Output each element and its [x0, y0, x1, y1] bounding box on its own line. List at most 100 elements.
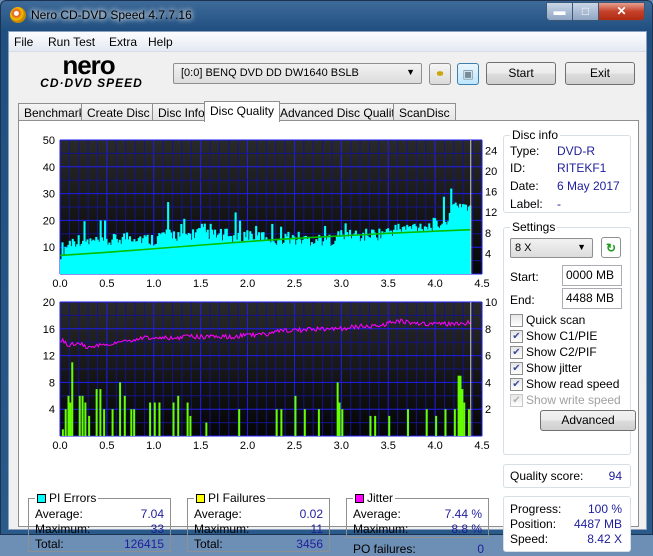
y-tick-label: 4 — [49, 404, 55, 416]
pi-failure-bar — [467, 409, 470, 436]
pi-failure-bar — [133, 409, 136, 436]
jitter-group: Jitter Average: 7.44 % Maximum: 8.8 % — [346, 491, 489, 538]
position-label: Position: — [510, 517, 557, 531]
tab-benchmark[interactable]: Benchmark — [18, 103, 91, 121]
quality-score-group: Quality score: 94 — [503, 464, 631, 488]
pi-errors-average-label: Average: — [35, 507, 83, 521]
menu-help[interactable]: Help — [148, 35, 173, 49]
refresh-speed-button[interactable]: ↻ — [601, 237, 621, 258]
close-icon: ✕ — [616, 4, 627, 18]
start-label: Start: — [510, 270, 539, 284]
pi-failure-bar — [64, 409, 67, 436]
jitter-legend-swatch — [355, 494, 364, 503]
pi-failure-bar — [444, 409, 447, 436]
tab-create-disc[interactable]: Create Disc — [81, 103, 156, 121]
y2-tick-label: 24 — [485, 145, 497, 157]
x-tick-label: 3.0 — [334, 440, 349, 452]
pi-failure-bar — [84, 402, 87, 436]
menu-extra[interactable]: Extra — [109, 35, 137, 49]
po-failures-label: PO failures: — [353, 542, 416, 556]
pi-failure-bar — [205, 422, 208, 436]
pi-failure-bar — [457, 375, 460, 436]
menu-file[interactable]: File — [14, 35, 33, 49]
x-tick-label: 0.0 — [52, 440, 67, 452]
pi-failure-bar — [99, 389, 102, 436]
pi-failure-bar — [95, 389, 98, 436]
minimize-button[interactable]: ▬ — [546, 2, 573, 21]
pi-failure-bar — [88, 415, 91, 436]
show-c1-pie-checkbox[interactable]: ✔ — [510, 330, 523, 343]
y-tick-label: 30 — [43, 189, 55, 201]
save-button[interactable]: ▣ — [457, 63, 479, 85]
drive-select[interactable]: [0:0] BENQ DVD DD DW1640 BSLB ▼ — [173, 63, 422, 84]
pi-failure-bar — [388, 415, 391, 436]
close-button[interactable]: ✕ — [598, 2, 645, 21]
y2-tick-label: 4 — [485, 248, 491, 260]
pi-failures-caption: PI Failures — [194, 491, 268, 505]
tab-scandisc[interactable]: ScanDisc — [393, 103, 456, 121]
show-c2-pif-checkbox[interactable]: ✔ — [510, 346, 523, 359]
show-jitter-checkbox[interactable]: ✔ — [510, 362, 523, 375]
speed-select[interactable]: 8 X ▼ — [510, 238, 593, 258]
pi-failure-bar — [158, 402, 161, 436]
tab-advanced-disc-quality[interactable]: Advanced Disc Quality — [274, 103, 407, 121]
show-read-speed-label: Show read speed — [526, 377, 620, 391]
menu-run-test[interactable]: Run Test — [48, 35, 95, 49]
window-title: Nero CD-DVD Speed 4.7.7.16 — [31, 8, 192, 22]
y-tick-label: 20 — [43, 215, 55, 227]
type-value: DVD-R — [557, 144, 595, 158]
start-button[interactable]: Start — [486, 62, 556, 85]
pi-failure-bar — [453, 409, 456, 436]
x-tick-label: 1.5 — [193, 440, 208, 452]
type-label: Type: — [510, 144, 540, 158]
x-tick-label: 2.5 — [287, 440, 302, 452]
pi-errors-maximum-value: 33 — [150, 522, 164, 536]
y2-tick-label: 6 — [485, 351, 491, 363]
drive-swap-button[interactable]: ⚭ — [429, 63, 451, 85]
pi-errors-caption-text: PI Errors — [49, 491, 97, 505]
pi-failures-total-label: Total: — [194, 537, 223, 551]
pi-failure-bar — [123, 395, 126, 436]
start-field[interactable]: 0000 MB — [562, 265, 622, 286]
exit-button[interactable]: Exit — [565, 62, 635, 85]
y2-tick-label: 20 — [485, 166, 497, 178]
tab-disc-info[interactable]: Disc Info — [152, 103, 211, 121]
pi-failure-bar — [186, 402, 189, 436]
show-c2-pif-label: Show C2/PIF — [526, 345, 597, 359]
disc-quality-panel: 0.0 0.5 1.0 1.5 2.0 2.5 3.0 3.5 4.0 4.5 10 20 30 40 50… — [18, 120, 639, 556]
show-read-speed-checkbox[interactable]: ✔ — [510, 378, 523, 391]
maximize-button[interactable]: □ — [572, 2, 599, 21]
jitter-maximum-value: 8.8 % — [451, 522, 482, 536]
settings-group: Settings 8 X ▼ ↻ Start: 0000 MB End: 448… — [503, 220, 636, 455]
pi-failure-bar — [338, 402, 341, 436]
pi-failure-bar — [172, 402, 175, 436]
end-label: End: — [510, 293, 535, 307]
pi-failure-bar — [149, 402, 152, 436]
tab-disc-quality[interactable]: Disc Quality — [204, 101, 281, 122]
pi-errors-maximum-label: Maximum: — [35, 522, 91, 536]
pi-failure-bar — [336, 382, 339, 436]
pi-failure-bar — [153, 402, 156, 436]
y-tick-label: 16 — [43, 324, 55, 336]
maximize-icon: □ — [581, 4, 590, 18]
show-write-speed-checkbox: ✔ — [510, 394, 523, 407]
pi-failure-bar — [425, 409, 428, 436]
pi-failure-bar — [177, 395, 180, 436]
pi-errors-total-label: Total: — [35, 537, 64, 551]
end-field[interactable]: 4488 MB — [562, 288, 622, 309]
save-icon: ▣ — [462, 67, 474, 81]
jitter-average-label: Average: — [353, 507, 401, 521]
quick-scan-checkbox[interactable] — [510, 314, 523, 327]
y2-tick-label: 2 — [485, 404, 491, 416]
quality-score-value: 94 — [608, 469, 622, 483]
y-tick-label: 50 — [43, 135, 55, 147]
advanced-button[interactable]: Advanced — [540, 410, 636, 431]
pi-failure-bar — [69, 402, 72, 436]
nero-app-icon — [10, 7, 26, 23]
x-tick-label: 3.5 — [381, 440, 396, 452]
pi-failure-bar — [130, 409, 133, 436]
pi-failure-bar — [81, 395, 84, 436]
settings-caption: Settings — [510, 220, 558, 234]
chevron-down-icon: ▼ — [577, 242, 586, 252]
y2-tick-label: 12 — [485, 207, 497, 219]
